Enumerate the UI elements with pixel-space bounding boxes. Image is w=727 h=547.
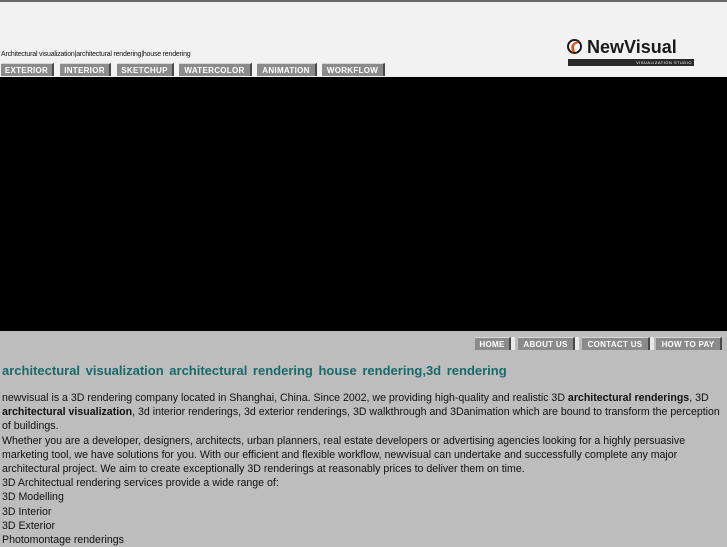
nav-sketchup[interactable]: SKETCHUP [117,63,174,76]
service-item: 3D Exterior [2,519,55,532]
newvisual-logo[interactable]: NewVisual VISUALIZATION STUDIO [566,37,696,68]
intro-text: newvisual is a 3D rendering company loca… [2,392,568,404]
nav-watercolor[interactable]: WATERCOLOR [179,63,252,76]
nav-divider [575,337,579,350]
nav-animation[interactable]: ANIMATION [257,63,317,76]
keyword-architectural-visualization: architectural visualization [2,406,133,419]
nav-divider [650,337,654,350]
site-header: Architectural visualization|architectura… [0,0,727,77]
nav-how-to-pay[interactable]: HOW TO PAY [656,337,722,350]
nav-workflow[interactable]: WORKFLOW [322,63,385,76]
page-title: architectural visualization architectura… [2,363,507,378]
paragraph-2: Whether you are a developer, designers, … [2,434,686,476]
service-item: 3D Interior [2,505,52,518]
nav-home[interactable]: HOME [475,337,511,350]
logo-subtitle-bar: VISUALIZATION STUDIO [568,59,694,66]
intro-text: , 3D [689,392,709,404]
keyword-architectural-renderings: architectural renderings [567,392,690,404]
nav-contact-us[interactable]: CONTACT US [582,337,650,350]
logo-name: NewVisual [587,37,677,57]
nav-interior[interactable]: INTERIOR [60,63,111,76]
logo-subtitle: VISUALIZATION STUDIO [636,60,692,65]
nav-about-us[interactable]: ABOUT US [518,337,575,350]
media-player-area[interactable] [0,77,727,331]
main-content: newvisual is a 3D rendering company loca… [2,391,722,547]
service-item: 3D Modelling [2,491,64,504]
intro-paragraph: newvisual is a 3D rendering company loca… [2,391,722,434]
services-intro: 3D Architectual rendering services provi… [2,477,279,490]
site-tagline: Architectural visualization|architectura… [1,51,191,58]
logo-mark-icon [567,39,582,54]
nav-divider [511,337,515,350]
nav-exterior[interactable]: EXTERIOR [1,63,54,76]
